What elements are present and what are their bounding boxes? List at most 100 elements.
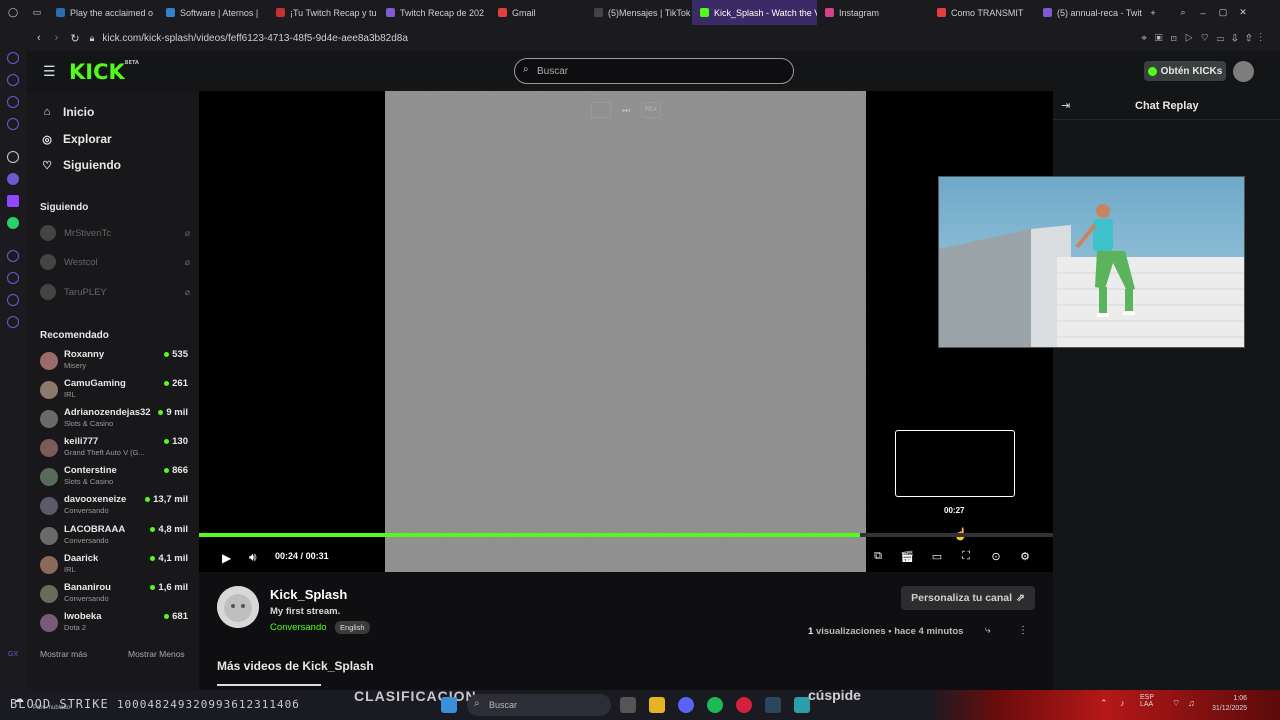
browser-tab[interactable]: Software | Aternos | xyxy=(158,0,268,25)
tab-overview-icon[interactable]: ▭ xyxy=(26,0,48,25)
volume-icon[interactable]: 🔊︎ xyxy=(249,550,257,565)
browser-tab[interactable]: Como TRANSMIT xyxy=(929,0,1035,25)
play-icon[interactable]: ▶ xyxy=(222,551,231,565)
steam-icon[interactable] xyxy=(765,697,781,713)
sidebar-app-icon[interactable] xyxy=(7,118,19,130)
progress-bar[interactable] xyxy=(199,533,1053,537)
clock[interactable]: 1:06 31/12/2025 xyxy=(1212,694,1247,714)
skip-icon[interactable]: ⏭ xyxy=(616,102,636,118)
tab-label: Twitch Recap de 202 xyxy=(400,7,485,18)
reload-icon[interactable]: ↻ xyxy=(70,32,79,45)
channel-avatar-large[interactable] xyxy=(217,586,259,628)
opera-gx-icon[interactable] xyxy=(736,697,752,713)
speaker-icon[interactable]: ♫ xyxy=(1188,698,1195,708)
sidebar-app-icon[interactable] xyxy=(7,96,19,108)
browser-menu-icon[interactable]: ◯ xyxy=(0,0,26,25)
live-dot-icon xyxy=(150,585,156,590)
history-icon[interactable] xyxy=(7,272,19,284)
minimize-icon[interactable]: – xyxy=(1193,0,1213,25)
following-channel[interactable]: MrStivenTc ⌀ xyxy=(40,224,190,242)
get-kicks-button[interactable]: Obtén KICKs xyxy=(1144,61,1226,81)
file-explorer-icon[interactable] xyxy=(649,697,665,713)
browser-tab-active[interactable]: Kick_Splash - Watch the V xyxy=(692,0,817,25)
taskbar-search-input[interactable]: ⌕ Buscar xyxy=(467,694,611,716)
video-player[interactable]: ⏭ REX 00:27 ☝ ▶ 🔊︎ 00:24 / 00:31 ⧉ 🎬︎ ▭ … xyxy=(199,91,1053,572)
whatsapp-icon[interactable] xyxy=(7,217,19,229)
show-more-button[interactable]: Mostrar más xyxy=(40,649,87,659)
close-window-icon[interactable]: ✕ xyxy=(1233,0,1253,25)
channel-name-heading[interactable]: Kick_Splash xyxy=(270,587,347,602)
sidebar-app-icon[interactable] xyxy=(7,74,19,86)
customize-channel-button[interactable]: Personaliza tu canal ⇗ xyxy=(901,586,1035,610)
stream-category-link[interactable]: Conversando xyxy=(270,622,327,633)
language-indicator[interactable]: ESP LAA xyxy=(1140,694,1154,708)
playback-speed-icon[interactable]: ⊙ xyxy=(989,549,1003,563)
browser-tab[interactable]: Instagram xyxy=(817,0,929,25)
sidebar-app-icon[interactable] xyxy=(7,52,19,64)
recommended-channel[interactable]: Roxanny Misery 535 xyxy=(40,349,188,375)
settings-gear-icon[interactable]: ⚙ xyxy=(1018,549,1032,563)
live-dot-icon xyxy=(145,497,151,502)
theater-mode-icon[interactable]: ▭ xyxy=(930,549,944,563)
viewer-count: 9 mil xyxy=(158,407,188,418)
sidebar-app-icon[interactable] xyxy=(7,294,19,306)
browser-tab[interactable]: Play the acclaimed o xyxy=(48,0,158,25)
show-less-button[interactable]: Mostrar Menos xyxy=(128,649,185,659)
browser-tab[interactable]: (5) annual-reca - Twit xyxy=(1035,0,1143,25)
tab-favicon-icon xyxy=(386,8,395,17)
gx-icon[interactable]: GX xyxy=(8,651,18,658)
forward-icon[interactable]: › xyxy=(55,32,59,44)
browser-tab[interactable]: (5)Mensajes | TikTok xyxy=(586,0,692,25)
recommended-channel[interactable]: Conterstine Slots & Casino 866 xyxy=(40,465,188,491)
nav-explore[interactable]: ◎ Explorar xyxy=(41,132,112,146)
recommended-channel[interactable]: Daarick IRL 4,1 mil xyxy=(40,553,188,579)
kick-logo[interactable]: KICKBETA xyxy=(69,60,139,84)
wifi-icon[interactable]: ⌔ xyxy=(1172,698,1180,709)
microphone-icon[interactable]: ♪ xyxy=(1120,698,1125,708)
messenger-icon[interactable] xyxy=(7,173,19,185)
clip-create-icon[interactable]: 🎬︎ xyxy=(900,549,914,563)
nav-following[interactable]: ♡ Siguiendo xyxy=(41,158,121,172)
offline-icon: ⌀ xyxy=(184,256,190,267)
recommended-channel[interactable]: CamuGaming IRL 261 xyxy=(40,378,188,404)
channel-category: Slots & Casino xyxy=(64,419,114,428)
search-input[interactable]: ⌕ Buscar xyxy=(514,58,794,84)
nav-home[interactable]: ⌂ Inicio xyxy=(41,105,95,119)
following-channel[interactable]: TaruPLEY ⌀ xyxy=(40,283,190,301)
recommended-channel[interactable]: Adrianozendejas32 Slots & Casino 9 mil xyxy=(40,407,188,433)
task-view-icon[interactable] xyxy=(620,697,636,713)
maximize-icon[interactable]: ▢ xyxy=(1213,0,1233,25)
recommended-channel[interactable]: lwobeka Dota 2 681 xyxy=(40,611,188,637)
following-channel[interactable]: Westcol ⌀ xyxy=(40,253,190,271)
browser-tab[interactable]: Gmail xyxy=(490,0,586,25)
discord-icon[interactable] xyxy=(678,697,694,713)
twitch-icon[interactable] xyxy=(7,195,19,207)
settings-icon[interactable] xyxy=(7,316,19,328)
video-frame[interactable]: ⏭ REX xyxy=(385,91,866,572)
recommended-channel[interactable]: davooxeneize Conversando 13,7 mil xyxy=(40,494,188,520)
search-tabs-icon[interactable]: ⌕ xyxy=(1173,0,1193,25)
new-tab-button[interactable]: + xyxy=(1143,0,1163,25)
browser-toolbar-icons[interactable]: ⌖▣⊡▷♡▭⇩⇧⋮ xyxy=(1141,33,1270,44)
collapse-chat-icon[interactable]: ⇥ xyxy=(1061,99,1070,112)
more-options-icon[interactable]: ⋮ xyxy=(1018,625,1028,636)
back-icon[interactable]: ‹ xyxy=(37,32,41,44)
hamburger-menu-icon[interactable]: ☰ xyxy=(43,63,56,80)
clip-icon[interactable] xyxy=(591,102,611,118)
browser-tab[interactable]: ¡Tu Twitch Recap y tu xyxy=(268,0,378,25)
recommended-channel[interactable]: LACOBRAAA Conversando 4,8 mil xyxy=(40,524,188,550)
fullscreen-icon[interactable]: ⛶ xyxy=(959,549,973,563)
user-avatar[interactable] xyxy=(1233,61,1254,82)
miniplayer-icon[interactable]: ⧉ xyxy=(871,549,885,563)
rex-badge[interactable]: REX xyxy=(641,102,661,118)
sidebar-app-icon[interactable] xyxy=(7,250,19,262)
chatgpt-icon[interactable] xyxy=(7,151,19,163)
spotify-icon[interactable] xyxy=(707,697,723,713)
tray-chevron-icon[interactable]: ⌃ xyxy=(1100,698,1108,709)
share-icon[interactable]: ⤷ xyxy=(985,625,991,636)
recommended-channel[interactable]: Bananirou Conversando 1,6 mil xyxy=(40,582,188,608)
recommended-channel[interactable]: keili777 Grand Theft Auto V (G... 130 xyxy=(40,436,188,462)
windows-start-icon[interactable] xyxy=(441,697,457,713)
browser-tab[interactable]: Twitch Recap de 202 xyxy=(378,0,490,25)
url-field[interactable]: kick.com/kick-splash/videos/feff6123-471… xyxy=(102,33,408,44)
